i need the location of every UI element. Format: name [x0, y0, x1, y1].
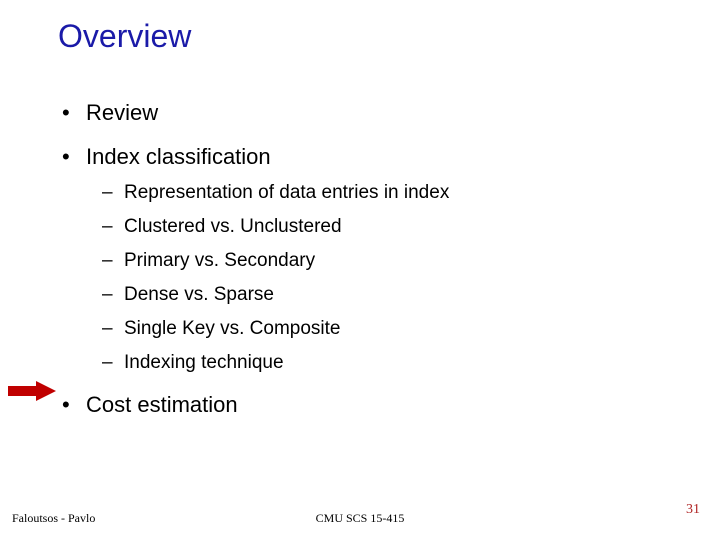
- sublist: Representation of data entries in index …: [86, 182, 670, 374]
- sub-dense: Dense vs. Sparse: [86, 284, 670, 306]
- sub-clustered: Clustered vs. Unclustered: [86, 216, 670, 238]
- sub-technique: Indexing technique: [86, 352, 670, 374]
- sub-text: Dense vs. Sparse: [124, 284, 274, 305]
- sub-singlekey: Single Key vs. Composite: [86, 318, 670, 340]
- sub-text: Primary vs. Secondary: [124, 250, 315, 271]
- bullet-text: Review: [86, 100, 158, 125]
- sub-primary: Primary vs. Secondary: [86, 250, 670, 272]
- bullet-text: Index classification: [86, 144, 271, 169]
- slide-title: Overview: [58, 18, 191, 55]
- sub-text: Indexing technique: [124, 352, 284, 373]
- footer-course: CMU SCS 15-415: [0, 511, 720, 526]
- sub-text: Clustered vs. Unclustered: [124, 216, 342, 237]
- bullet-cost-estimation: Cost estimation: [60, 392, 670, 418]
- sub-text: Representation of data entries in index: [124, 182, 449, 203]
- pointer-arrow-icon: [8, 381, 56, 401]
- sub-text: Single Key vs. Composite: [124, 318, 341, 339]
- bullet-review: Review: [60, 100, 670, 126]
- sub-representation: Representation of data entries in index: [86, 182, 670, 204]
- bullet-index-classification: Index classification Representation of d…: [60, 144, 670, 374]
- slide: Overview Review Index classification Rep…: [0, 0, 720, 540]
- bullet-text: Cost estimation: [86, 392, 238, 417]
- outline-list: Review Index classification Representati…: [60, 100, 670, 436]
- footer-page-number: 31: [686, 502, 700, 518]
